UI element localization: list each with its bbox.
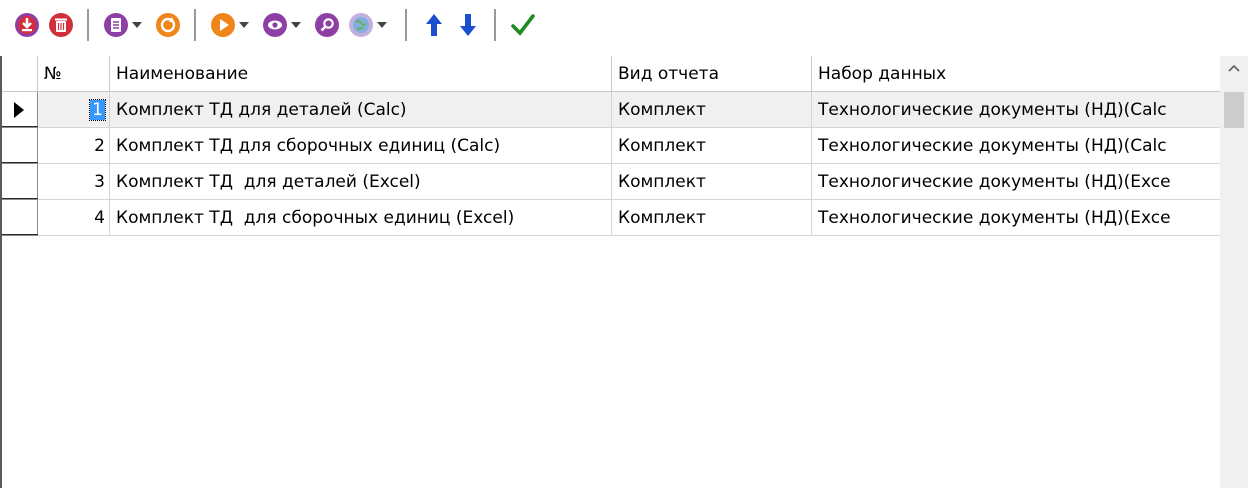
cell-name[interactable]: Комплект ТД для сборочных единиц (Excel): [110, 200, 612, 236]
refresh-icon: [156, 13, 180, 37]
table-row[interactable]: 3 Комплект ТД для деталей (Excel) Компле…: [2, 164, 1222, 200]
cell-name[interactable]: Комплект ТД для деталей (Excel): [110, 164, 612, 200]
grid-header: № Наименование Вид отчета Набор данных: [2, 56, 1222, 92]
table-row[interactable]: 4 Комплект ТД для сборочных единиц (Exce…: [2, 200, 1222, 236]
chevron-down-icon: [132, 22, 142, 28]
view-dropdown[interactable]: [286, 5, 306, 45]
cell-dataset[interactable]: Технологические документы (НД)(Calc: [812, 128, 1222, 164]
globe-icon: [349, 13, 373, 37]
column-header-name[interactable]: Наименование: [110, 56, 612, 92]
download-button[interactable]: [10, 5, 44, 45]
arrow-up-icon: [426, 14, 442, 36]
checkmark-icon: [511, 14, 535, 36]
run-dropdown[interactable]: [234, 5, 254, 45]
cell-number[interactable]: 2: [38, 128, 110, 164]
row-indicator[interactable]: [2, 164, 38, 200]
row-indicator[interactable]: [2, 92, 38, 128]
trash-icon: [49, 13, 73, 37]
download-icon: [15, 13, 39, 37]
toolbar-separator: [405, 9, 408, 41]
scroll-up-icon[interactable]: [1228, 64, 1240, 72]
cell-report-type[interactable]: Комплект: [612, 200, 812, 236]
cell-number[interactable]: 1: [38, 92, 110, 128]
data-grid: № Наименование Вид отчета Набор данных 1…: [0, 56, 1248, 488]
search-icon: [315, 13, 339, 37]
cell-dataset[interactable]: Технологические документы (НД)(Exce: [812, 200, 1222, 236]
move-up-button[interactable]: [417, 5, 451, 45]
column-header-dataset[interactable]: Набор данных: [812, 56, 1222, 92]
cell-dataset[interactable]: Технологические документы (НД)(Calc: [812, 92, 1222, 128]
web-dropdown[interactable]: [372, 5, 392, 45]
current-row-arrow-icon: [14, 102, 24, 118]
toolbar-separator: [87, 9, 90, 41]
document-list-icon: [104, 13, 128, 37]
column-header-report-type[interactable]: Вид отчета: [612, 56, 812, 92]
chevron-down-icon: [291, 22, 301, 28]
delete-button[interactable]: [44, 5, 78, 45]
cell-report-type[interactable]: Комплект: [612, 92, 812, 128]
cell-report-type[interactable]: Комплект: [612, 164, 812, 200]
search-button[interactable]: [310, 5, 344, 45]
refresh-button[interactable]: [151, 5, 185, 45]
cell-number[interactable]: 3: [38, 164, 110, 200]
toolbar: [0, 0, 1248, 50]
cell-report-type[interactable]: Комплект: [612, 128, 812, 164]
row-indicator[interactable]: [2, 200, 38, 236]
move-down-button[interactable]: [451, 5, 485, 45]
cell-name[interactable]: Комплект ТД для деталей (Calc): [110, 92, 612, 128]
header-indicator: [2, 56, 38, 92]
toolbar-separator: [494, 9, 497, 41]
cell-number[interactable]: 4: [38, 200, 110, 236]
apply-button[interactable]: [506, 5, 540, 45]
chevron-down-icon: [239, 22, 249, 28]
toolbar-separator: [194, 9, 197, 41]
chevron-down-icon: [377, 22, 387, 28]
cell-dataset[interactable]: Технологические документы (НД)(Exce: [812, 164, 1222, 200]
column-header-number[interactable]: №: [38, 56, 110, 92]
vertical-scrollbar[interactable]: [1220, 56, 1248, 488]
table-row[interactable]: 1 Комплект ТД для деталей (Calc) Комплек…: [2, 92, 1222, 128]
arrow-down-icon: [460, 14, 476, 36]
play-icon: [211, 13, 235, 37]
eye-icon: [263, 13, 287, 37]
table-row[interactable]: 2 Комплект ТД для сборочных единиц (Calc…: [2, 128, 1222, 164]
scrollbar-thumb[interactable]: [1224, 92, 1244, 128]
document-list-dropdown[interactable]: [127, 5, 147, 45]
row-indicator[interactable]: [2, 128, 38, 164]
cell-name[interactable]: Комплект ТД для сборочных единиц (Calc): [110, 128, 612, 164]
